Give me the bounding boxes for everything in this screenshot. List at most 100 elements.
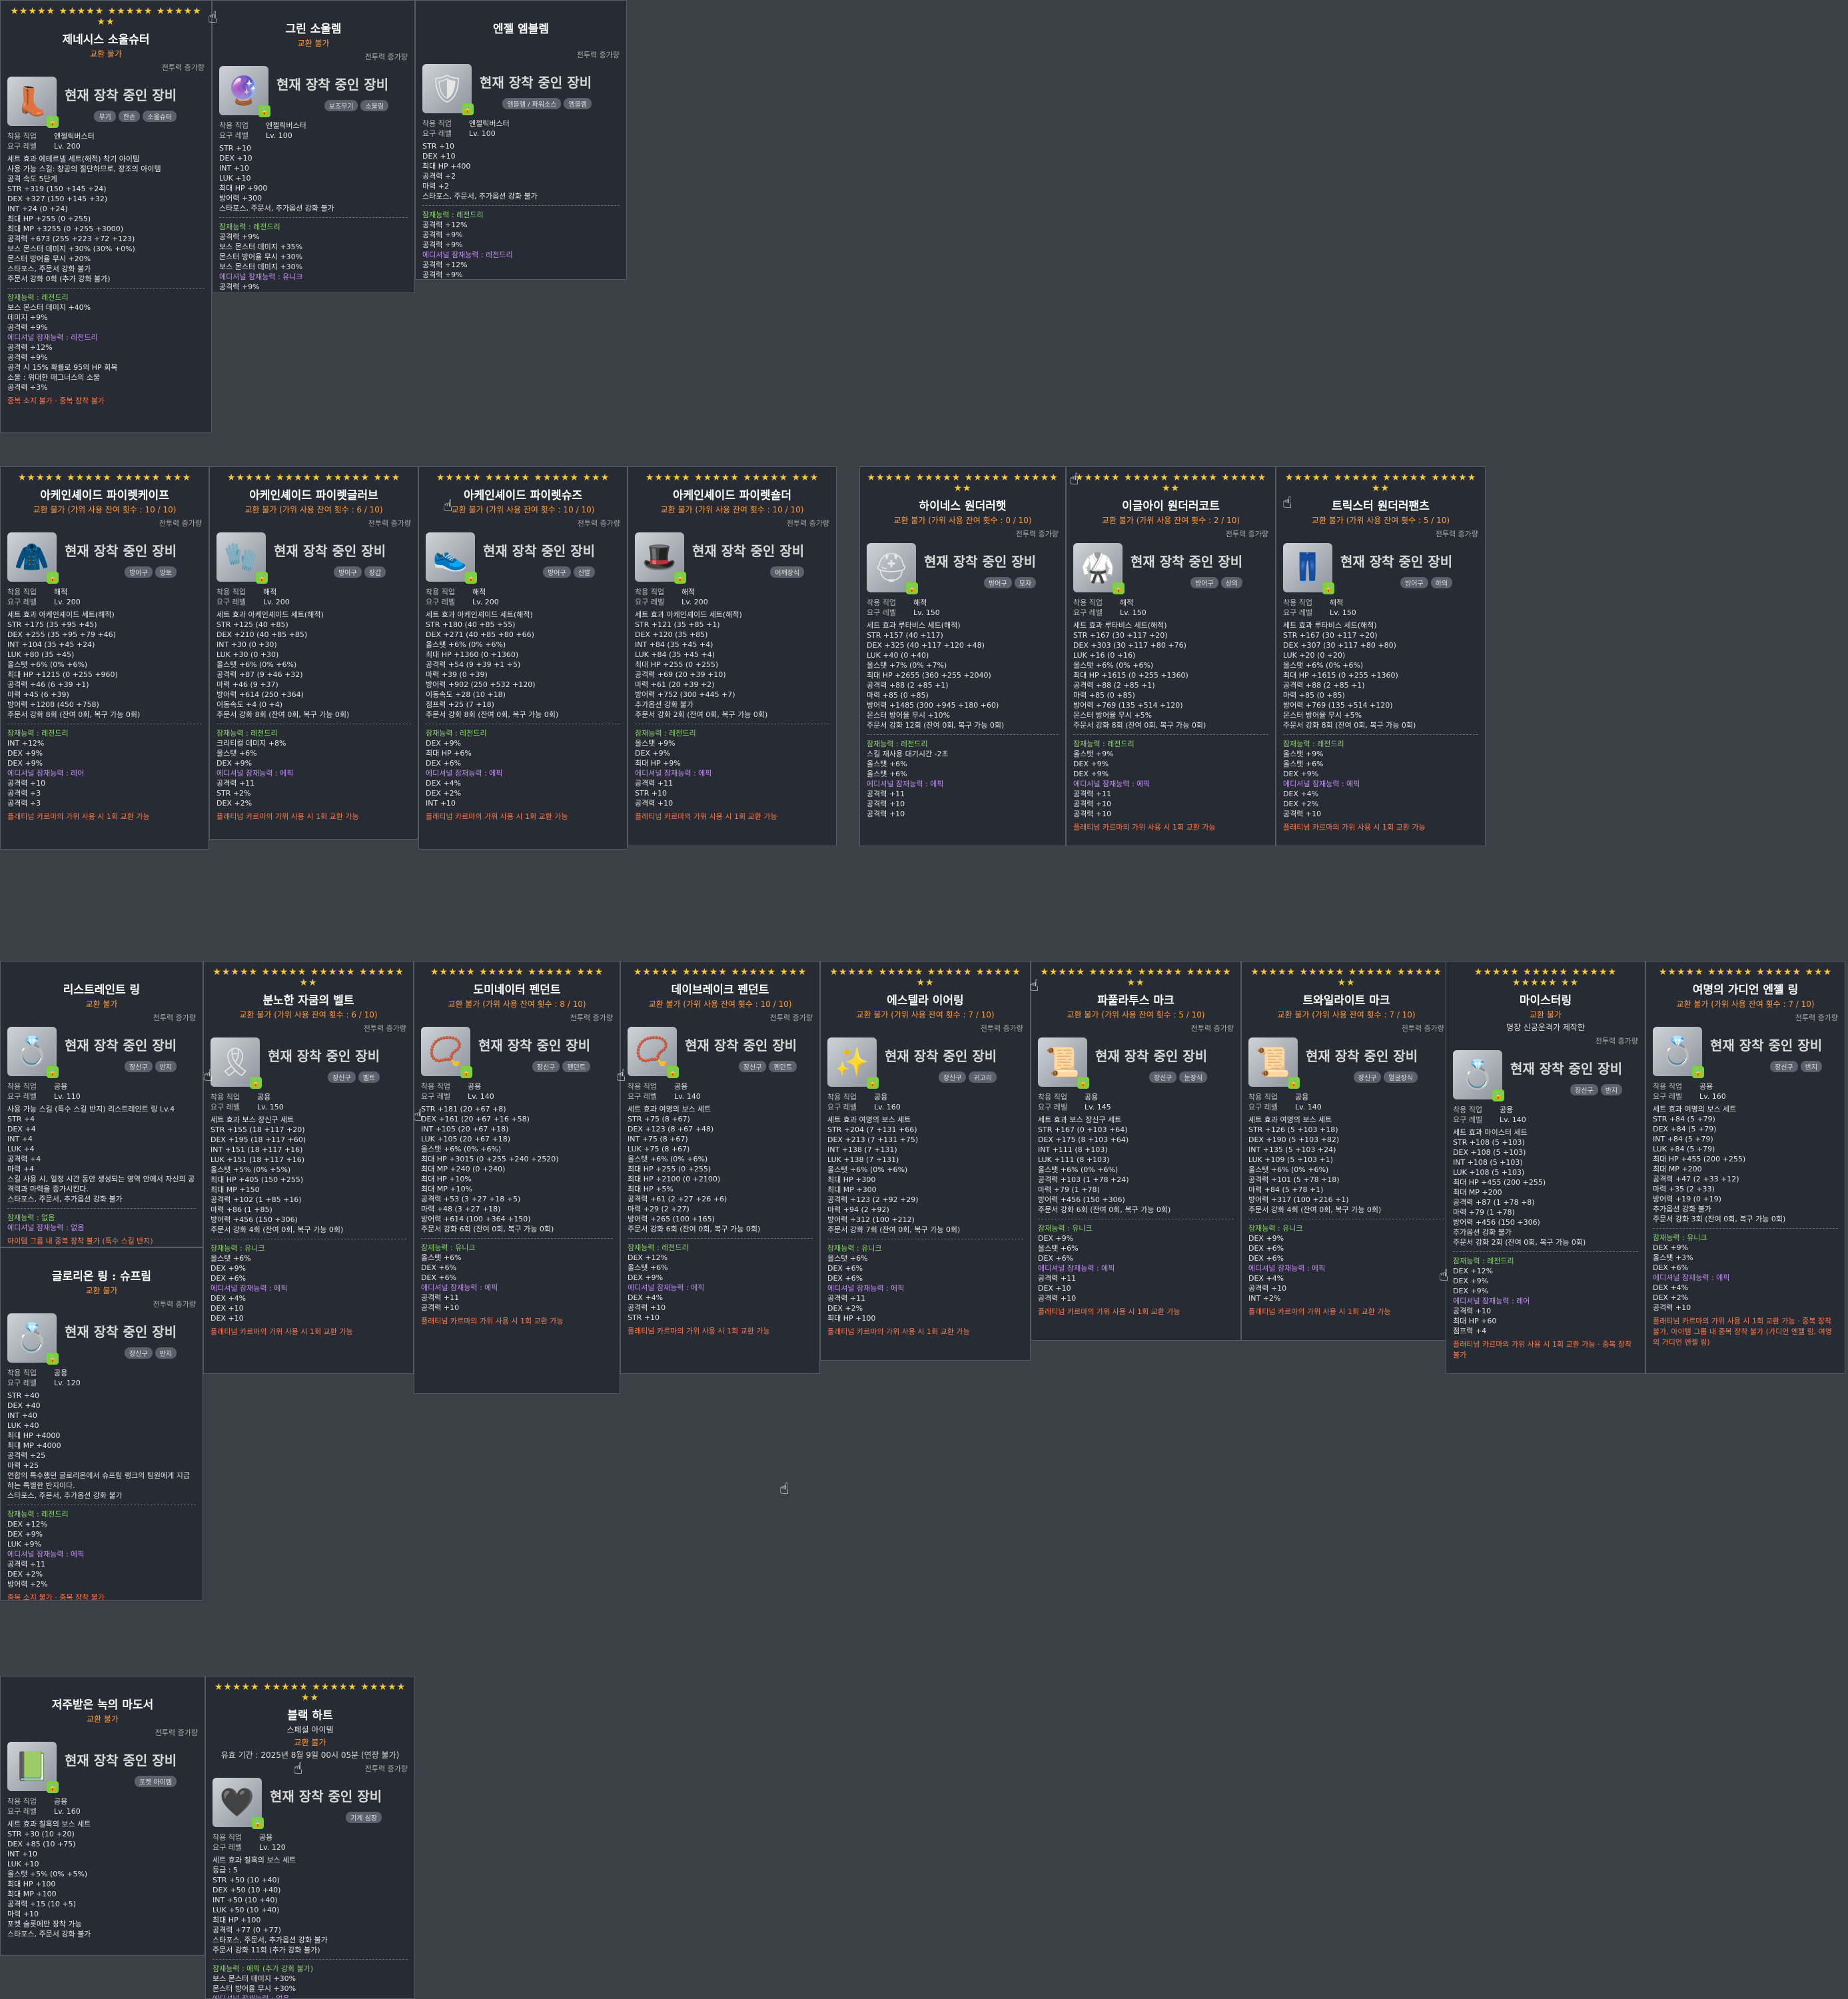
header-right: 현재 장착 중인 장비 장신구 펜던트 [685, 1027, 797, 1072]
stat-line: INT +10 [219, 164, 249, 173]
cursor-icon: ☝ [1439, 1266, 1449, 1285]
potential-header: 에디셔널 잠재능력 : 에픽 [7, 1550, 85, 1559]
combat-power-growth-label: 전투력 증가량 [1401, 1024, 1444, 1033]
combat-power-growth-label: 전투력 증가량 [1795, 1013, 1838, 1022]
starforce-stars [7, 1253, 196, 1264]
item-tooltip-pitched-mark: ★★★★★ ★★★★★ ★★★★★ ★★★★★ ★★ 파풀라투스 마크 교환 불가 … [1031, 961, 1241, 1341]
item-icon[interactable]: 🥋 🔒 [1073, 543, 1125, 594]
category-tag: 장신구 [738, 1061, 767, 1072]
stat-line: 최대 MP +100 [7, 1890, 57, 1898]
stat-line: LUK +40 [7, 1421, 39, 1430]
category-tag: 모자 [1014, 577, 1037, 588]
trade-status: 교환 불가 [294, 1738, 326, 1747]
item-icon[interactable]: 👖 🔒 [1283, 543, 1334, 594]
item-header: 📜 🔒 현재 장착 중인 장비 장신구 얼굴장식 [1248, 1037, 1444, 1089]
stat-lines: 세트 효과 칠흑의 보스 세트 STR +30 (10 +20) DEX +85 (… [7, 1819, 198, 1939]
potential-line: 공격 시 15% 확률로 95의 HP 회복 [7, 363, 118, 372]
lock-icon: 🔒 [1288, 1077, 1300, 1089]
equipped-label: 현재 장착 중인 장비 [276, 77, 389, 93]
stat-line: 최대 HP +10% [421, 1175, 472, 1183]
stat-line: DEX +4 [7, 1125, 36, 1133]
stat-line: INT +4 [7, 1135, 33, 1143]
item-name: 하이네스 원더러햇 [919, 500, 1007, 513]
potential-header: 에디셔널 잠재능력 : 에픽 [867, 780, 944, 788]
potential-block: 잠재능력 : 레전드리 스킬 재사용 대기시간 -2초 올스탯 +6% 올스탯 +6%… [867, 739, 1059, 819]
item-icon[interactable]: 🛡 🔒 [422, 64, 474, 115]
item-icon[interactable]: 👢 🔒 [7, 77, 59, 128]
requirement-block: 착용 직업 해적 요구 레벨 Lv. 200 [635, 587, 829, 607]
stat-line: 주문서 강화 2회 (잔여 0회, 복구 가능 0회) [1453, 1238, 1586, 1247]
header-right: 현재 장착 중인 장비 장신구 펜던트 [478, 1027, 591, 1072]
potential-line: 공격력 +12% [7, 343, 53, 352]
item-icon[interactable]: 🔮 🔒 [219, 66, 270, 117]
item-icon[interactable]: 📜 🔒 [1038, 1037, 1089, 1089]
stat-line: DEX +213 (7 +131 +75) [827, 1135, 919, 1144]
requirement-value: Lv. 100 [469, 129, 496, 138]
item-icon[interactable]: 📿 🔒 [421, 1027, 472, 1078]
item-icon[interactable]: ✨ 🔒 [827, 1037, 879, 1089]
item-icon[interactable]: 🎩 🔒 [635, 532, 686, 584]
requirement-value: Lv. 140 [674, 1092, 701, 1101]
potential-line: DEX +6% [1038, 1254, 1074, 1263]
potential-header: 에디셔널 잠재능력 : 에픽 [635, 769, 712, 778]
requirement-row: 착용 직업 엔젤릭버스터 [7, 131, 205, 141]
item-icon[interactable]: 💍 🔒 [1653, 1027, 1704, 1078]
item-icon[interactable]: 👟 🔒 [426, 532, 477, 584]
potential-line: 올스탯 +6% [867, 760, 907, 768]
cursor-icon: ☝ [413, 1106, 423, 1125]
item-tooltip-arcane-cape: ★★★★★ ★★★★★ ★★★★★ ★★★ 아케인셰이드 파이렛케이프 교환 불가 … [0, 466, 209, 850]
requirement-row: 착용 직업 공용 [1038, 1092, 1234, 1102]
stat-lines: 사용 가능 스킬 (특수 스킬 반지) 리스트레인트 링 Lv.4 STR +4 D… [7, 1104, 196, 1204]
potential-block: 잠재능력 : 유니크 DEX +9% 올스탯 +6% DEX +6% 에디셔널 잠재능력… [1038, 1223, 1234, 1303]
requirement-value: Lv. 110 [54, 1092, 81, 1101]
category-tags: 장신구 펜던트 [685, 1061, 797, 1072]
item-icon[interactable]: 🧥 🔒 [7, 532, 59, 584]
potential-line: 공격력 +10 [7, 779, 46, 788]
requirement-value: 공용 [1699, 1082, 1713, 1091]
combat-power-growth-label: 전투력 증가량 [159, 519, 202, 528]
divider [421, 1238, 613, 1239]
stat-line: DEX +85 (10 +75) [7, 1840, 76, 1848]
potential-line: 공격력 +9% [422, 231, 463, 239]
item-header: 📿 🔒 현재 장착 중인 장비 장신구 펜던트 [421, 1027, 613, 1078]
item-icon[interactable]: 🎗 🔒 [211, 1037, 262, 1089]
stat-line: 올스탯 +7% (0% +7%) [867, 661, 947, 670]
requirement-block: 착용 직업 공용 요구 레벨 Lv. 160 [7, 1796, 198, 1816]
item-icon[interactable]: 🖤 🔒 [213, 1778, 264, 1829]
category-tag: 망토 [155, 566, 177, 578]
stat-line: 공격력 +88 (2 +85 +1) [1283, 681, 1365, 690]
potential-block: 잠재능력 : 레전드리 공격력 +9% 보스 몬스터 데미지 +35% 몬스터 방어율… [219, 222, 408, 293]
item-icon[interactable]: ⛑ 🔒 [867, 543, 918, 594]
trade-status [422, 37, 620, 47]
requirement-row: 요구 레벨 Lv. 120 [7, 1378, 196, 1388]
stat-line: STR +75 (8 +67) [628, 1115, 690, 1123]
item-icon[interactable]: 📗 🔒 [7, 1742, 59, 1793]
stat-line: 공격력 +46 (6 +39 +1) [7, 680, 89, 689]
item-icon[interactable]: 📜 🔒 [1248, 1037, 1300, 1089]
combat-power-growth-label: 전투력 증가량 [153, 1300, 196, 1309]
stat-line: 세트 효과 루타비스 세트(해적) [1073, 621, 1167, 630]
trade-warning: 플래티넘 카르마의 가위 사용 시 1회 교환 가능 · 중복 장착 불가, 아… [1653, 1317, 1832, 1347]
potential-header: 잠재능력 : 레전드리 [219, 223, 280, 231]
potential-line: DEX +10 [211, 1304, 244, 1313]
item-icon[interactable]: 🧤 🔒 [217, 532, 268, 584]
stat-line: 최대 HP +255 (0 +255) [7, 215, 91, 223]
potential-line: DEX +6% [1248, 1254, 1284, 1263]
category-tags: 장신구 얼굴장식 [1306, 1071, 1418, 1083]
potential-line: 공격력 +11 [827, 1294, 866, 1303]
stat-line: INT +75 (8 +67) [628, 1135, 688, 1143]
item-icon[interactable]: 📿 🔒 [628, 1027, 679, 1078]
category-tag: 엠블렘 [564, 98, 592, 109]
item-tooltip-hungry-belt: ★★★★★ ★★★★★ ★★★★★ ★★★★★ ★★ 분노한 자쿰의 벨트 교환 불… [203, 961, 414, 1374]
item-icon[interactable]: 💍 🔒 [1453, 1050, 1504, 1101]
requirement-row: 요구 레벨 Lv. 140 [628, 1091, 813, 1101]
item-icon[interactable]: 💍 🔒 [7, 1027, 59, 1078]
lock-icon: 🔒 [47, 572, 59, 584]
item-icon[interactable]: 💍 🔒 [7, 1313, 59, 1365]
potential-line: DEX +10 [211, 1314, 244, 1323]
stat-line: 세트 효과 보스 장신구 세트 [211, 1115, 294, 1124]
stat-line: 최대 HP +4000 [7, 1431, 61, 1440]
potential-line: 몬스터 방어율 무시 +30% [219, 253, 303, 261]
category-tag: 방어구 [125, 566, 153, 578]
item-tooltip-daybreak-pendant: ★★★★★ ★★★★★ ★★★★★ ★★★ 데이브레이크 펜던트 교환 불가 (가위… [620, 961, 820, 1374]
